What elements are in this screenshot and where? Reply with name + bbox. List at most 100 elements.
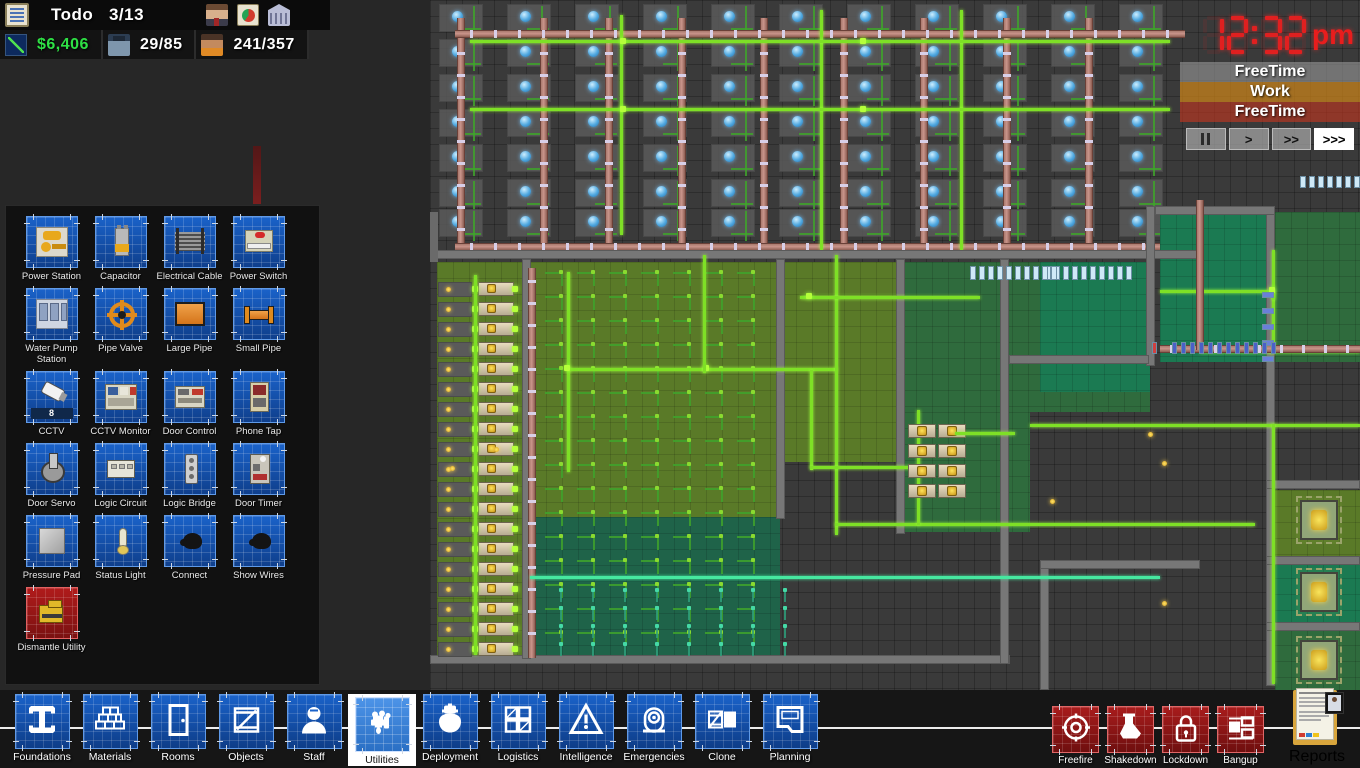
utility-item-door-servo[interactable]: Door Servo	[17, 441, 86, 509]
electrical-cable-icon	[161, 214, 218, 270]
clone-icon	[692, 692, 752, 751]
utility-item-capacitor[interactable]: Capacitor	[86, 214, 155, 282]
toolbar-label: Staff	[303, 751, 325, 763]
toolbar-staff[interactable]: Staff	[280, 692, 348, 766]
toolbar-materials[interactable]: Materials	[76, 692, 144, 766]
speed-label: >>	[1283, 131, 1299, 147]
clock-digit-3	[1285, 16, 1306, 54]
stat-staff[interactable]: 29/85	[102, 30, 197, 59]
utility-item-power-switch[interactable]: Power Switch	[224, 214, 293, 282]
wall-h-4	[1155, 206, 1275, 215]
speed-fastest-forward-button[interactable]: >>>	[1314, 128, 1354, 150]
cctv-monitor-icon	[92, 369, 149, 425]
clock-digit-2	[1261, 16, 1282, 54]
utility-item-logic-circuit[interactable]: Logic Circuit	[86, 441, 155, 509]
utility-item-label: Electrical Cable	[156, 271, 223, 282]
utility-item-label: Door Control	[162, 426, 217, 437]
toolbar-rooms[interactable]: Rooms	[144, 692, 212, 766]
schedule-label: FreeTime	[1234, 63, 1306, 80]
stat-prisoners[interactable]: 241/357	[196, 30, 309, 59]
utility-item-label: Capacitor	[100, 271, 141, 282]
finance-graph-icon	[5, 33, 27, 56]
utility-item-small-pipe[interactable]: Small Pipe	[224, 286, 293, 365]
utility-item-phone-tap[interactable]: Phone Tap	[224, 369, 293, 437]
door-servo-icon	[23, 441, 80, 497]
utility-item-cctv[interactable]: 8 CCTV	[17, 369, 86, 437]
todo-bar[interactable]: Todo 3/13	[0, 0, 330, 30]
emergency-bangup[interactable]: Bangup	[1213, 704, 1268, 766]
money-value: $6,406	[37, 35, 89, 53]
object-icon	[216, 692, 276, 751]
room-hall-c	[1160, 212, 1270, 362]
room-hall-b	[1040, 262, 1150, 392]
warden-portrait-icon[interactable]	[206, 4, 228, 26]
guard-icon	[107, 33, 130, 56]
toolbar-deployment[interactable]: Deployment	[416, 692, 484, 766]
schedule-row-2[interactable]: FreeTime	[1180, 102, 1360, 122]
warning-triangle-icon	[556, 692, 616, 751]
utility-item-pressure-pad[interactable]: Pressure Pad	[17, 513, 86, 581]
toolbar-emergencies[interactable]: Emergencies	[620, 692, 688, 766]
schedule-row-1[interactable]: Work	[1180, 82, 1360, 102]
utility-item-power-station[interactable]: Power Station	[17, 214, 86, 282]
utility-item-cctv-monitor[interactable]: CCTV Monitor	[86, 369, 155, 437]
staff-value: 29/85	[139, 35, 183, 53]
stat-money[interactable]: $6,406	[0, 30, 103, 59]
schedule-label: FreeTime	[1234, 103, 1306, 120]
speed-play-button[interactable]: >	[1228, 128, 1269, 150]
toolbar-label: Emergencies	[623, 751, 685, 763]
toolbar-logistics[interactable]: Logistics	[484, 692, 552, 766]
utility-item-electrical-cable[interactable]: Electrical Cable	[155, 214, 224, 282]
clock-digit-0	[1203, 16, 1224, 54]
utility-item-door-control[interactable]: Door Control	[155, 369, 224, 437]
toolbar-clone[interactable]: Clone	[688, 692, 756, 766]
door-timer-icon	[230, 441, 287, 497]
reports-button[interactable]: Reports	[1284, 686, 1350, 766]
wall-h-6	[1266, 556, 1360, 565]
utility-item-water-pump-station[interactable]: Water Pump Station	[17, 286, 86, 365]
blueprint-icon	[760, 692, 820, 751]
finance-report-icon[interactable]	[237, 4, 259, 26]
toolbar-label: Objects	[228, 751, 264, 763]
toolbar-utilities[interactable]: Utilities	[348, 694, 416, 766]
utility-item-logic-bridge[interactable]: Logic Bridge	[155, 441, 224, 509]
utilities-panel[interactable]: Power Station Capacitor Electrical Cable…	[5, 205, 320, 685]
utility-item-show-wires[interactable]: Show Wires	[224, 513, 293, 581]
bank-icon[interactable]	[268, 4, 290, 26]
schedule-bars[interactable]: FreeTime Work FreeTime	[1180, 62, 1360, 122]
schedule-row-0[interactable]: FreeTime	[1180, 62, 1360, 82]
emergency-label: Shakedown	[1104, 755, 1157, 766]
toolbar-foundations[interactable]: Foundations	[8, 692, 76, 766]
utility-item-large-pipe[interactable]: Large Pipe	[155, 286, 224, 365]
speed-fast-forward-button[interactable]: >>	[1271, 128, 1312, 150]
logic-bridge-icon	[161, 441, 218, 497]
emergency-lockdown[interactable]: Lockdown	[1158, 704, 1213, 766]
utility-item-door-timer[interactable]: Door Timer	[224, 441, 293, 509]
pause-icon	[1201, 133, 1211, 145]
toolbar-planning[interactable]: Planning	[756, 692, 824, 766]
toolbar-label: Materials	[88, 751, 132, 763]
show-wires-icon	[230, 513, 287, 569]
emergency-freefire[interactable]: Freefire	[1048, 704, 1103, 766]
door-control-icon	[161, 369, 218, 425]
shakedown-icon	[1105, 704, 1156, 755]
status-light-icon	[92, 513, 149, 569]
grid-squares-icon	[488, 692, 548, 751]
clock-colon	[1251, 16, 1258, 54]
utility-item-pipe-valve[interactable]: Pipe Valve	[86, 286, 155, 365]
utility-item-label: Small Pipe	[235, 343, 282, 354]
clock-panel: pm FreeTime Work FreeTime > >> >>>	[1180, 0, 1360, 150]
utility-item-connect[interactable]: Connect	[155, 513, 224, 581]
utility-item-status-light[interactable]: Status Light	[86, 513, 155, 581]
todo-label: Todo	[51, 5, 94, 24]
utility-item-dismantle-utility[interactable]: Dismantle Utility	[17, 585, 86, 653]
toolbar-objects[interactable]: Objects	[212, 692, 280, 766]
person-icon	[284, 692, 344, 751]
emergency-label: Lockdown	[1162, 755, 1209, 766]
wall-h-3	[1009, 355, 1149, 364]
emergency-shakedown[interactable]: Shakedown	[1103, 704, 1158, 766]
speed-pause-button[interactable]	[1186, 128, 1226, 150]
wall-stub-1	[430, 212, 438, 262]
dismantle-icon	[23, 585, 80, 641]
toolbar-intelligence[interactable]: Intelligence	[552, 692, 620, 766]
